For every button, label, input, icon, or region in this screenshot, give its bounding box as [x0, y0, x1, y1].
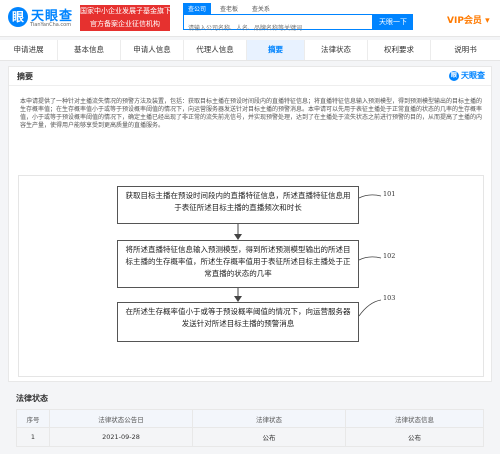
diagram-step-2: 将所述直播特征信息输入预测模型，得到所述预测模型输出的所述目标主播的生存概率值，…	[117, 240, 359, 288]
column-header-status: 法律状态	[192, 409, 346, 428]
tab-claims[interactable]: 权利要求	[368, 40, 431, 60]
promo-banner[interactable]: 国家中小企业发展子基金旗下 官方备案企业征信机构	[80, 5, 170, 31]
column-header-index: 序号	[16, 409, 50, 428]
diagram-step-1: 获取目标主播在预设时间段内的直播特征信息，所述直播特征信息用于表征所述目标主播的…	[117, 186, 359, 224]
diagram-step-3: 在所述生存概率值小于或等于预设概率阈值的情况下，向运营服务器发送针对所述目标主播…	[117, 302, 359, 342]
legal-status-table: 序号 法律状态公告日 法律状态 法律状态信息 1 2021-09-28 公布 公…	[16, 409, 484, 447]
tab-agent[interactable]: 代理人信息	[184, 40, 247, 60]
search-input[interactable]	[184, 21, 372, 36]
search-button[interactable]: 天眼一下	[373, 14, 413, 30]
column-header-date: 法律状态公告日	[49, 409, 193, 428]
cell-status-info: 公布	[345, 427, 484, 447]
cell-index: 1	[16, 427, 50, 447]
watermark: 眼天眼查	[449, 70, 485, 81]
tab-basic-info[interactable]: 基本信息	[58, 40, 121, 60]
tab-description[interactable]: 说明书	[431, 40, 500, 60]
search-tab-boss[interactable]: 查老板	[215, 3, 243, 14]
diagram-step-1-number: 101	[383, 190, 396, 198]
abstract-text: 本申请提供了一种针对主播流失情况的预警方法及装置，包括：获取目标主播在预设时间段…	[20, 98, 483, 129]
logo[interactable]: 眼 天眼查 TianYanCha.com	[8, 4, 82, 32]
top-bar: 眼 天眼查 TianYanCha.com 国家中小企业发展子基金旗下 官方备案企…	[0, 0, 500, 37]
search-tabs: 查公司 查老板 查关系	[183, 3, 277, 14]
tab-legal-status[interactable]: 法律状态	[305, 40, 368, 60]
section-nav: 申请进展 基本信息 申请人信息 代理人信息 摘要 法律状态 权利要求 说明书	[0, 40, 500, 61]
tab-progress[interactable]: 申请进展	[0, 40, 58, 60]
diagram-step-3-number: 103	[383, 294, 396, 302]
legal-status-title: 法律状态	[16, 394, 48, 403]
vip-label: VIP会员	[447, 16, 482, 26]
table-header-row: 序号 法律状态公告日 法律状态 法律状态信息	[16, 409, 484, 428]
search-box	[183, 14, 373, 36]
vip-button[interactable]: VIP会员 ▾	[447, 13, 490, 26]
tab-applicant[interactable]: 申请人信息	[121, 40, 184, 60]
tab-abstract[interactable]: 摘要	[247, 40, 305, 60]
diagram-step-2-number: 102	[383, 252, 396, 260]
watermark-eye-icon: 眼	[449, 70, 459, 81]
logo-url: TianYanCha.com	[30, 22, 72, 28]
watermark-text: 天眼查	[461, 71, 485, 80]
promo-line-2: 官方备案企业征信机构	[90, 20, 160, 28]
column-header-status-info: 法律状态信息	[345, 409, 484, 428]
chevron-down-icon: ▾	[485, 16, 490, 26]
cell-date: 2021-09-28	[49, 427, 193, 447]
logo-eye-icon: 眼	[8, 7, 28, 27]
cell-status: 公布	[192, 427, 346, 447]
abstract-header: 摘要 眼天眼查	[9, 67, 491, 86]
table-row: 1 2021-09-28 公布 公布	[16, 427, 484, 447]
promo-line-1: 国家中小企业发展子基金旗下	[80, 7, 170, 15]
flow-diagram: 获取目标主播在预设时间段内的直播特征信息，所述直播特征信息用于表征所述目标主播的…	[18, 175, 484, 377]
search-tab-company[interactable]: 查公司	[183, 3, 212, 14]
search-tab-relation[interactable]: 查关系	[247, 3, 275, 14]
abstract-title: 摘要	[17, 72, 33, 81]
